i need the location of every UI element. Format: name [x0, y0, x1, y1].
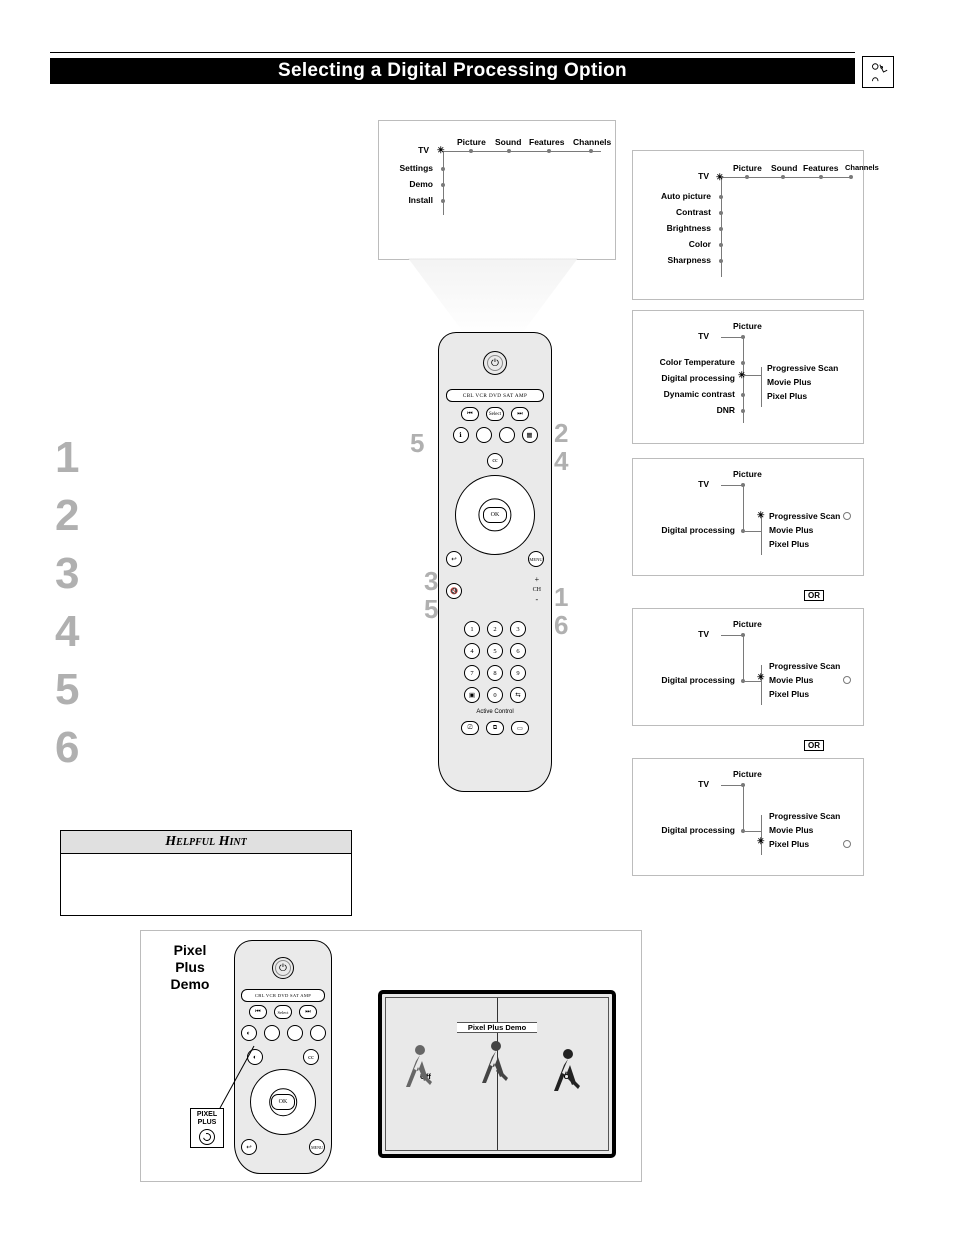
red-button[interactable]	[476, 427, 492, 443]
page-title: Selecting a Digital Processing Option	[50, 58, 855, 84]
format-button[interactable]: ▦	[522, 427, 538, 443]
bottom-btn-1[interactable]: ⎚	[461, 721, 479, 735]
num-8[interactable]: 8	[487, 665, 503, 681]
pixel-plus-button[interactable]: ◐	[241, 1025, 257, 1041]
helpful-hint-header: Helpful Hint	[61, 831, 351, 854]
ok-button[interactable]: OK	[483, 507, 507, 523]
demo-power-button[interactable]: ⏻	[272, 957, 294, 979]
select-button[interactable]: Select	[486, 407, 504, 421]
num-2[interactable]: 2	[487, 621, 503, 637]
callout-2: 2	[554, 418, 568, 449]
pip-button[interactable]: ▣	[464, 687, 480, 703]
osd-menu-2: TV ✳ Picture Sound Features Channels Aut…	[632, 150, 864, 300]
runner-3-icon	[550, 1046, 586, 1106]
num-4[interactable]: 4	[464, 643, 480, 659]
remote-control-main: ⏻ CBL VCR DVD SAT AMP ⏮ Select ⏭ ℹ ▦ cc …	[438, 332, 552, 792]
bottom-btn-2[interactable]: ⧉	[486, 721, 504, 735]
osd-menu-6: Picture TV Digital processing Progressiv…	[632, 758, 864, 876]
callout-5b: 5	[424, 594, 438, 625]
channel-rocker[interactable]: +CH-	[533, 575, 541, 605]
num-1[interactable]: 1	[464, 621, 480, 637]
info-button[interactable]: ℹ	[453, 427, 469, 443]
helpful-hint-box: Helpful Hint	[60, 830, 352, 916]
osd-menu-3: Picture TV Color Temperature Digital pro…	[632, 310, 864, 444]
num-0[interactable]: 0	[487, 687, 503, 703]
step-5: 5	[55, 662, 79, 718]
device-selector[interactable]: CBL VCR DVD SAT AMP	[446, 389, 544, 402]
mute-button[interactable]: 🔇	[446, 583, 462, 599]
num-3[interactable]: 3	[510, 621, 526, 637]
num-7[interactable]: 7	[464, 665, 480, 681]
demo-tv: Pixel Plus Demo Off On	[378, 990, 616, 1158]
step-3: 3	[55, 546, 79, 602]
pixel-plus-leader	[218, 1040, 268, 1110]
pixel-plus-swirl-icon	[199, 1129, 215, 1145]
callout-5a: 5	[410, 428, 424, 459]
pixel-plus-chip: PIXELPLUS	[190, 1108, 224, 1148]
or-2: OR	[804, 740, 824, 751]
step-2: 2	[55, 488, 79, 544]
power-button[interactable]: ⏻	[483, 351, 507, 375]
bottom-btn-3[interactable]: ▭	[511, 721, 529, 735]
callout-6: 6	[554, 610, 568, 641]
projector-beam	[408, 258, 578, 338]
step-1: 1	[55, 430, 79, 486]
callout-3: 3	[424, 566, 438, 597]
runner-2-icon	[478, 1038, 514, 1098]
title-bar: Selecting a Digital Processing Option	[50, 58, 855, 84]
num-9[interactable]: 9	[510, 665, 526, 681]
cc-button[interactable]: cc	[487, 453, 503, 469]
remote-person-icon	[862, 56, 894, 88]
swap-button[interactable]: ⇆	[510, 687, 526, 703]
num-5[interactable]: 5	[487, 643, 503, 659]
step-6: 6	[55, 720, 79, 776]
callout-1: 1	[554, 582, 568, 613]
nav-ring[interactable]: OK	[455, 475, 535, 555]
next-button[interactable]: ⏭	[511, 407, 529, 421]
num-6[interactable]: 6	[510, 643, 526, 659]
osd-menu-1: TV ✳ Picture Sound Features Channels Set…	[378, 120, 616, 260]
green-button[interactable]	[499, 427, 515, 443]
or-1: OR	[804, 590, 824, 601]
menu1-root: TV	[399, 145, 429, 155]
top-rule	[50, 52, 855, 53]
pixel-plus-demo-title: PixelPlusDemo	[155, 942, 225, 993]
osd-menu-5: Picture TV Digital processing Progressiv…	[632, 608, 864, 726]
step-4: 4	[55, 604, 79, 660]
osd-menu-4: Picture TV Digital processing ✳ Progress…	[632, 458, 864, 576]
demo-device-selector[interactable]: CBL VCR DVD SAT AMP	[241, 989, 325, 1002]
menu-button[interactable]: MENU	[528, 551, 544, 567]
step-numbers-column: 1 2 3 4 5 6	[55, 430, 79, 778]
back-button[interactable]: ↩	[446, 551, 462, 567]
callout-4: 4	[554, 446, 568, 477]
prev-button[interactable]: ⏮	[461, 407, 479, 421]
runner-1-icon	[402, 1042, 438, 1102]
